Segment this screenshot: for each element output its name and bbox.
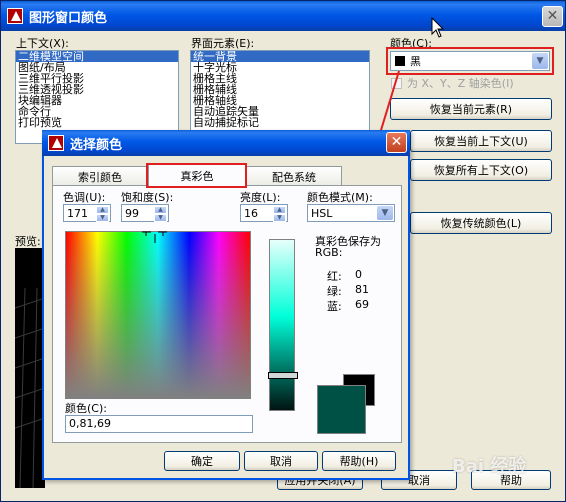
element-label: 界面元素(E):: [191, 37, 255, 50]
list-item[interactable]: 自动捕捉标记: [191, 117, 369, 128]
color-combo-value: 黑: [410, 55, 421, 68]
tab-index-color[interactable]: 索引颜色: [52, 166, 148, 186]
restore-classic-button[interactable]: 恢复传统颜色(L): [410, 212, 552, 234]
color-field-label: 颜色(C):: [65, 402, 107, 415]
list-item[interactable]: 打印预览: [16, 117, 178, 128]
saturation-label: 饱和度(S):: [121, 191, 174, 204]
luminance-spin-buttons[interactable]: ▲ ▼: [273, 206, 286, 222]
dialog-app-icon: [48, 135, 64, 151]
color-combo[interactable]: 黑 ▼: [390, 51, 550, 71]
outer-title-bar[interactable]: 图形窗口颜色: [1, 1, 565, 31]
autocad-app-icon: [7, 8, 23, 24]
blue-value: 69: [355, 298, 369, 311]
dialog-cancel-button[interactable]: 取消: [244, 451, 318, 471]
dialog-close-icon[interactable]: ✕: [386, 132, 407, 153]
outer-close-icon[interactable]: ✕: [542, 6, 563, 27]
saturation-spin-buttons[interactable]: ▲ ▼: [154, 206, 167, 222]
restore-all-button[interactable]: 恢复所有上下文(O): [410, 159, 552, 181]
green-label: 绿:: [327, 285, 342, 298]
preview-area: [15, 248, 45, 488]
green-value: 81: [355, 283, 369, 296]
tab-highlight: [146, 163, 247, 188]
ok-button[interactable]: 确定: [164, 451, 240, 471]
hue-label: 色调(U):: [63, 191, 106, 204]
blue-label: 蓝:: [327, 300, 342, 313]
restore-element-button[interactable]: 恢复当前元素(R): [390, 98, 552, 120]
mouse-cursor-icon: [431, 17, 445, 38]
select-color-dialog: 选择颜色 ✕ 索引颜色 真彩色 配色系统 色调(U): 171 ▲ ▼ 饱和度(S…: [42, 130, 410, 480]
preview-label: 预览:: [15, 235, 41, 248]
color-mode-value: HSL: [311, 206, 333, 220]
color-mode-combo[interactable]: HSL ▼: [307, 204, 395, 222]
tint-label: 为 X、Y、Z 轴染色(I): [407, 77, 514, 90]
new-color-swatch: [317, 385, 366, 434]
hue-stepper[interactable]: 171 ▲ ▼: [63, 204, 111, 222]
luminance-stepper[interactable]: 16 ▲ ▼: [240, 204, 288, 222]
red-value: 0: [355, 268, 362, 281]
hue-value: 171: [67, 206, 88, 220]
preview-grid-graphic: [15, 287, 45, 488]
watermark: Bai 经验: [452, 456, 527, 477]
luminance-slider-handle[interactable]: [268, 372, 298, 379]
chevron-down-icon[interactable]: ▼: [377, 206, 393, 220]
crosshair-icon[interactable]: [142, 229, 168, 245]
rgb-label: RGB:: [315, 246, 343, 259]
saturation-value: 99: [125, 206, 139, 220]
hue-saturation-field[interactable]: [65, 231, 251, 399]
dialog-help-button[interactable]: 帮助(H): [322, 451, 396, 471]
color-field-input[interactable]: 0,81,69: [65, 415, 253, 433]
luminance-value: 16: [244, 206, 258, 220]
outer-title: 图形窗口颜色: [29, 10, 108, 26]
restore-context-button[interactable]: 恢复当前上下文(U): [410, 130, 552, 152]
red-label: 红:: [327, 270, 342, 283]
tab-color-books[interactable]: 配色系统: [246, 166, 342, 186]
saturation-stepper[interactable]: 99 ▲ ▼: [121, 204, 169, 222]
chevron-down-icon[interactable]: ▼: [532, 53, 548, 69]
color-mode-label: 颜色模式(M):: [307, 191, 373, 204]
context-label: 上下文(X):: [16, 37, 69, 50]
luminance-label: 亮度(L):: [240, 191, 281, 204]
dialog-title: 选择颜色: [70, 137, 123, 153]
luminance-slider[interactable]: [268, 239, 298, 411]
dialog-title-bar[interactable]: 选择颜色: [42, 130, 410, 156]
true-color-panel: 色调(U): 171 ▲ ▼ 饱和度(S): 99 ▲ ▼ 亮度(L): 16 ▲ ▼…: [52, 185, 402, 443]
hue-spin-buttons[interactable]: ▲ ▼: [96, 206, 109, 222]
